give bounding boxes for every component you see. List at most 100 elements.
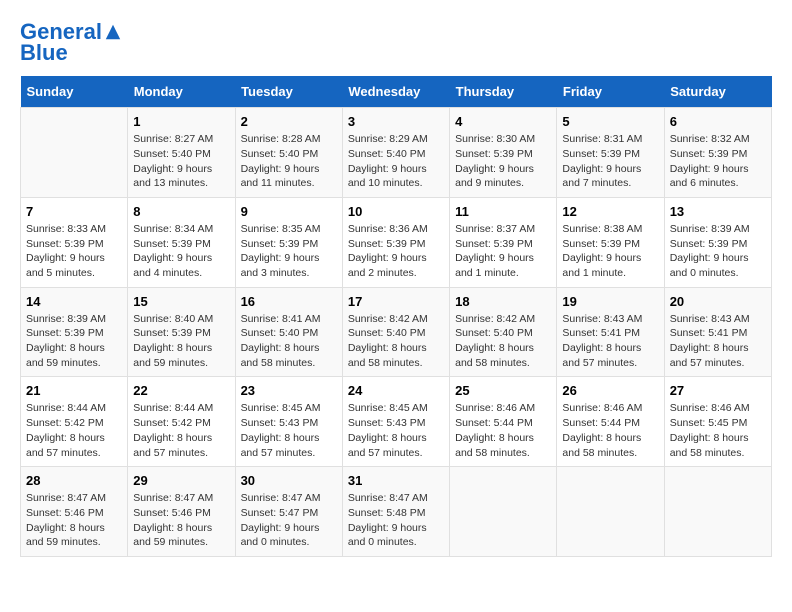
day-info: Sunrise: 8:34 AM Sunset: 5:39 PM Dayligh… bbox=[133, 222, 229, 281]
calendar-cell: 19 Sunrise: 8:43 AM Sunset: 5:41 PM Dayli… bbox=[557, 287, 664, 377]
day-number: 22 bbox=[133, 383, 229, 398]
day-info: Sunrise: 8:42 AM Sunset: 5:40 PM Dayligh… bbox=[455, 312, 551, 371]
day-number: 19 bbox=[562, 294, 658, 309]
calendar-cell: 12Sunrise: 8:38 AM Sunset: 5:39 PM Dayli… bbox=[557, 197, 664, 287]
day-number: 14 bbox=[26, 294, 122, 309]
calendar-cell: 11 Sunrise: 8:37 AM Sunset: 5:39 PM Dayli… bbox=[450, 197, 557, 287]
calendar-cell: 5 Sunrise: 8:31 AM Sunset: 5:39 PM Daylig… bbox=[557, 108, 664, 198]
day-number: 17 bbox=[348, 294, 444, 309]
calendar-cell bbox=[450, 467, 557, 557]
day-info: Sunrise: 8:43 AM Sunset: 5:41 PM Dayligh… bbox=[670, 312, 766, 371]
day-info: Sunrise: 8:46 AM Sunset: 5:45 PM Dayligh… bbox=[670, 401, 766, 460]
day-info: Sunrise: 8:37 AM Sunset: 5:39 PM Dayligh… bbox=[455, 222, 551, 281]
day-number: 10 bbox=[348, 204, 444, 219]
day-info: Sunrise: 8:39 AM Sunset: 5:39 PM Dayligh… bbox=[26, 312, 122, 371]
day-number: 7 bbox=[26, 204, 122, 219]
day-number: 18 bbox=[455, 294, 551, 309]
weekday-header: Tuesday bbox=[235, 76, 342, 108]
weekday-header: Sunday bbox=[21, 76, 128, 108]
calendar-cell: 8 Sunrise: 8:34 AM Sunset: 5:39 PM Daylig… bbox=[128, 197, 235, 287]
day-info: Sunrise: 8:46 AM Sunset: 5:44 PM Dayligh… bbox=[562, 401, 658, 460]
calendar-cell: 14 Sunrise: 8:39 AM Sunset: 5:39 PM Dayli… bbox=[21, 287, 128, 377]
day-number: 3 bbox=[348, 114, 444, 129]
calendar-cell: 18 Sunrise: 8:42 AM Sunset: 5:40 PM Dayli… bbox=[450, 287, 557, 377]
calendar-cell: 16Sunrise: 8:41 AM Sunset: 5:40 PM Dayli… bbox=[235, 287, 342, 377]
calendar-cell: 3 Sunrise: 8:29 AM Sunset: 5:40 PM Daylig… bbox=[342, 108, 449, 198]
day-info: Sunrise: 8:30 AM Sunset: 5:39 PM Dayligh… bbox=[455, 132, 551, 191]
day-number: 27 bbox=[670, 383, 766, 398]
weekday-header: Thursday bbox=[450, 76, 557, 108]
day-number: 13 bbox=[670, 204, 766, 219]
calendar-cell: 4 Sunrise: 8:30 AM Sunset: 5:39 PM Daylig… bbox=[450, 108, 557, 198]
day-info: Sunrise: 8:47 AM Sunset: 5:47 PM Dayligh… bbox=[241, 491, 337, 550]
calendar-cell: 22 Sunrise: 8:44 AM Sunset: 5:42 PM Dayli… bbox=[128, 377, 235, 467]
day-info: Sunrise: 8:27 AM Sunset: 5:40 PM Dayligh… bbox=[133, 132, 229, 191]
day-info: Sunrise: 8:43 AM Sunset: 5:41 PM Dayligh… bbox=[562, 312, 658, 371]
calendar-cell: 23 Sunrise: 8:45 AM Sunset: 5:43 PM Dayli… bbox=[235, 377, 342, 467]
calendar-cell: 10Sunrise: 8:36 AM Sunset: 5:39 PM Dayli… bbox=[342, 197, 449, 287]
calendar-cell: 21 Sunrise: 8:44 AM Sunset: 5:42 PM Dayli… bbox=[21, 377, 128, 467]
calendar-cell: 25Sunrise: 8:46 AM Sunset: 5:44 PM Dayli… bbox=[450, 377, 557, 467]
day-info: Sunrise: 8:47 AM Sunset: 5:46 PM Dayligh… bbox=[133, 491, 229, 550]
day-number: 6 bbox=[670, 114, 766, 129]
calendar-header: SundayMondayTuesdayWednesdayThursdayFrid… bbox=[21, 76, 772, 108]
day-number: 24 bbox=[348, 383, 444, 398]
day-number: 29 bbox=[133, 473, 229, 488]
calendar-cell: 17 Sunrise: 8:42 AM Sunset: 5:40 PM Dayli… bbox=[342, 287, 449, 377]
day-info: Sunrise: 8:31 AM Sunset: 5:39 PM Dayligh… bbox=[562, 132, 658, 191]
day-info: Sunrise: 8:47 AM Sunset: 5:48 PM Dayligh… bbox=[348, 491, 444, 550]
weekday-header: Friday bbox=[557, 76, 664, 108]
day-number: 20 bbox=[670, 294, 766, 309]
day-number: 31 bbox=[348, 473, 444, 488]
calendar-cell bbox=[21, 108, 128, 198]
page-header: General Blue bbox=[20, 20, 772, 66]
weekday-header: Saturday bbox=[664, 76, 771, 108]
calendar-cell: 30Sunrise: 8:47 AM Sunset: 5:47 PM Dayli… bbox=[235, 467, 342, 557]
day-number: 11 bbox=[455, 204, 551, 219]
day-info: Sunrise: 8:45 AM Sunset: 5:43 PM Dayligh… bbox=[241, 401, 337, 460]
day-number: 9 bbox=[241, 204, 337, 219]
weekday-header: Monday bbox=[128, 76, 235, 108]
day-number: 1 bbox=[133, 114, 229, 129]
calendar-cell: 6Sunrise: 8:32 AM Sunset: 5:39 PM Daylig… bbox=[664, 108, 771, 198]
calendar-cell: 9 Sunrise: 8:35 AM Sunset: 5:39 PM Daylig… bbox=[235, 197, 342, 287]
logo: General Blue bbox=[20, 20, 122, 66]
day-number: 12 bbox=[562, 204, 658, 219]
day-info: Sunrise: 8:35 AM Sunset: 5:39 PM Dayligh… bbox=[241, 222, 337, 281]
day-info: Sunrise: 8:39 AM Sunset: 5:39 PM Dayligh… bbox=[670, 222, 766, 281]
day-number: 28 bbox=[26, 473, 122, 488]
calendar-cell bbox=[557, 467, 664, 557]
calendar-cell: 15Sunrise: 8:40 AM Sunset: 5:39 PM Dayli… bbox=[128, 287, 235, 377]
day-number: 16 bbox=[241, 294, 337, 309]
day-info: Sunrise: 8:44 AM Sunset: 5:42 PM Dayligh… bbox=[133, 401, 229, 460]
calendar-cell: 20 Sunrise: 8:43 AM Sunset: 5:41 PM Dayli… bbox=[664, 287, 771, 377]
day-number: 5 bbox=[562, 114, 658, 129]
day-info: Sunrise: 8:42 AM Sunset: 5:40 PM Dayligh… bbox=[348, 312, 444, 371]
calendar-cell: 29 Sunrise: 8:47 AM Sunset: 5:46 PM Dayli… bbox=[128, 467, 235, 557]
calendar-cell: 1 Sunrise: 8:27 AM Sunset: 5:40 PM Daylig… bbox=[128, 108, 235, 198]
calendar-cell: 26Sunrise: 8:46 AM Sunset: 5:44 PM Dayli… bbox=[557, 377, 664, 467]
calendar-cell: 27 Sunrise: 8:46 AM Sunset: 5:45 PM Dayli… bbox=[664, 377, 771, 467]
calendar-cell bbox=[664, 467, 771, 557]
calendar-cell: 2 Sunrise: 8:28 AM Sunset: 5:40 PM Daylig… bbox=[235, 108, 342, 198]
day-number: 2 bbox=[241, 114, 337, 129]
calendar-cell: 13 Sunrise: 8:39 AM Sunset: 5:39 PM Dayli… bbox=[664, 197, 771, 287]
day-info: Sunrise: 8:44 AM Sunset: 5:42 PM Dayligh… bbox=[26, 401, 122, 460]
calendar-table: SundayMondayTuesdayWednesdayThursdayFrid… bbox=[20, 76, 772, 557]
logo-icon bbox=[104, 23, 122, 41]
day-info: Sunrise: 8:45 AM Sunset: 5:43 PM Dayligh… bbox=[348, 401, 444, 460]
calendar-cell: 31 Sunrise: 8:47 AM Sunset: 5:48 PM Dayli… bbox=[342, 467, 449, 557]
day-number: 23 bbox=[241, 383, 337, 398]
day-info: Sunrise: 8:29 AM Sunset: 5:40 PM Dayligh… bbox=[348, 132, 444, 191]
day-info: Sunrise: 8:28 AM Sunset: 5:40 PM Dayligh… bbox=[241, 132, 337, 191]
day-number: 21 bbox=[26, 383, 122, 398]
calendar-cell: 24 Sunrise: 8:45 AM Sunset: 5:43 PM Dayli… bbox=[342, 377, 449, 467]
day-number: 8 bbox=[133, 204, 229, 219]
calendar-cell: 7 Sunrise: 8:33 AM Sunset: 5:39 PM Daylig… bbox=[21, 197, 128, 287]
day-number: 4 bbox=[455, 114, 551, 129]
day-info: Sunrise: 8:33 AM Sunset: 5:39 PM Dayligh… bbox=[26, 222, 122, 281]
day-info: Sunrise: 8:47 AM Sunset: 5:46 PM Dayligh… bbox=[26, 491, 122, 550]
calendar-cell: 28 Sunrise: 8:47 AM Sunset: 5:46 PM Dayli… bbox=[21, 467, 128, 557]
weekday-header: Wednesday bbox=[342, 76, 449, 108]
day-number: 25 bbox=[455, 383, 551, 398]
